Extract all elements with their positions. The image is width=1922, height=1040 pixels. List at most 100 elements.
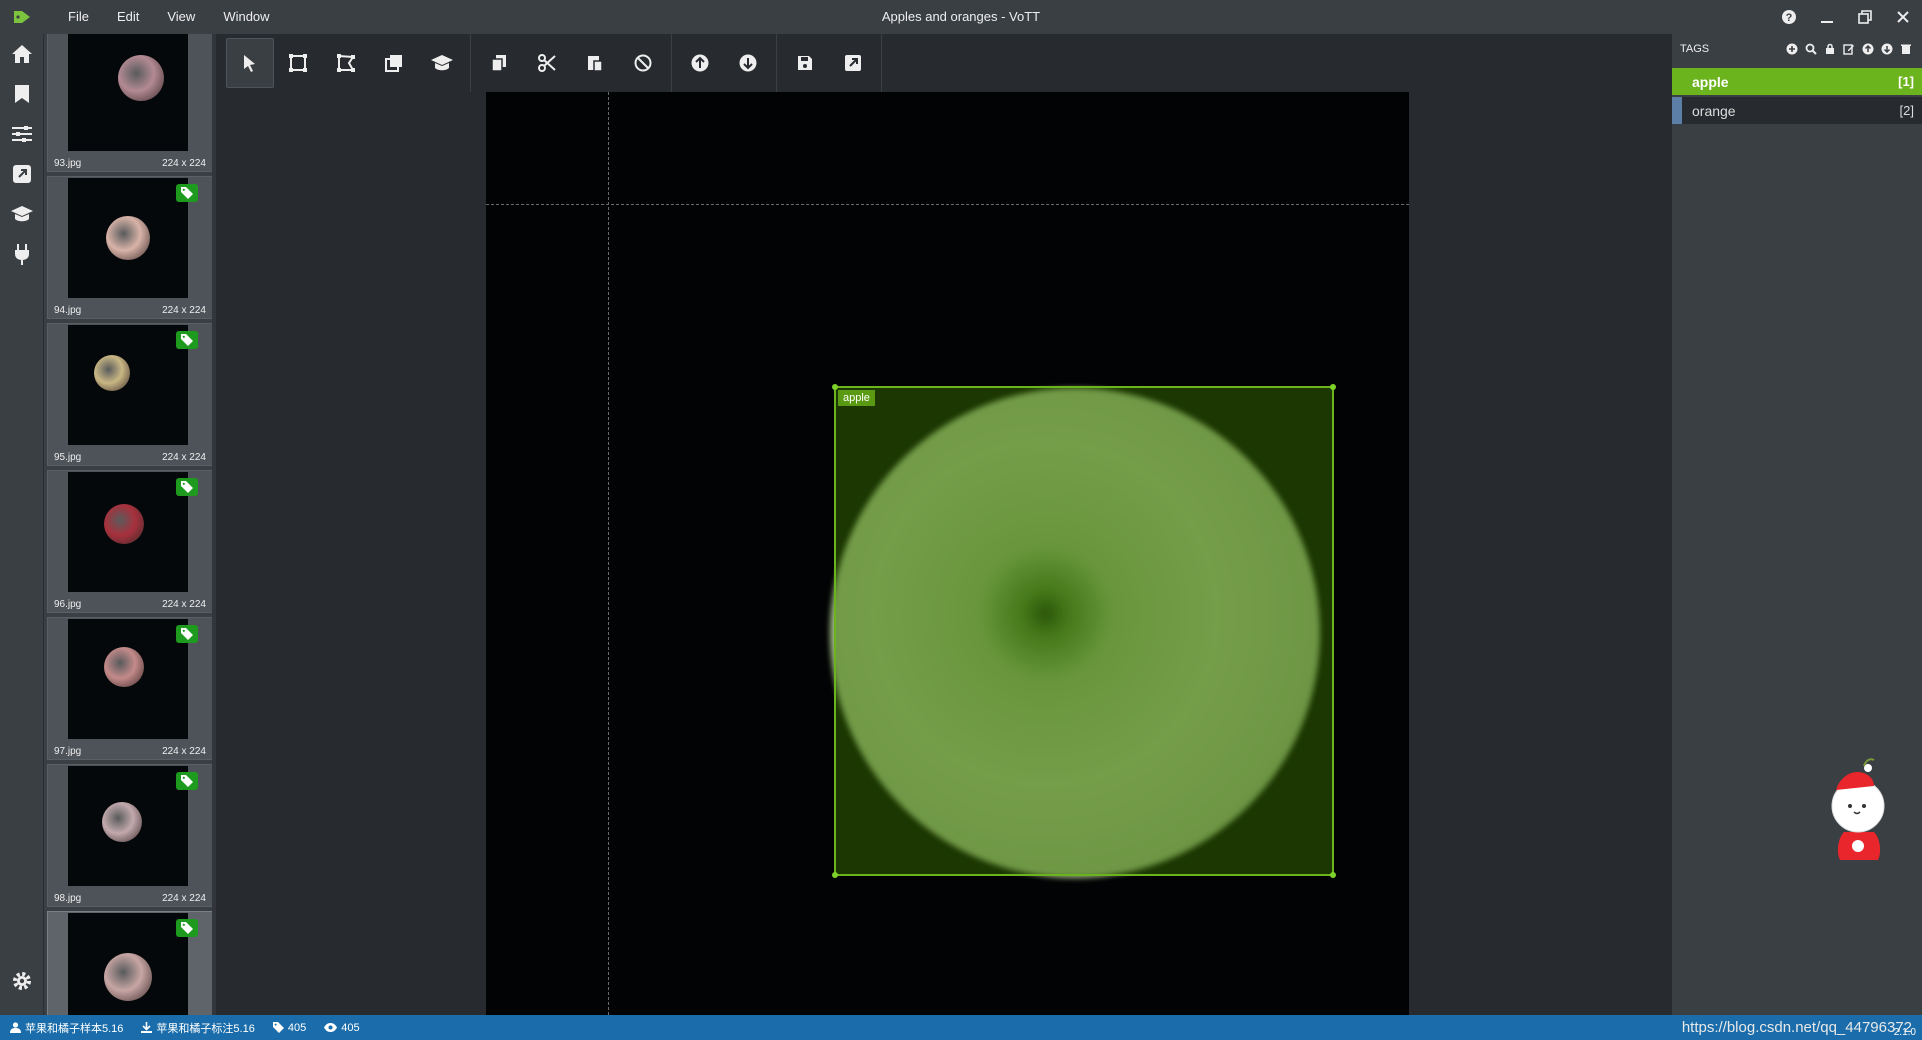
fruit-image [104,504,144,544]
fruit-image [118,55,164,101]
source-connection-status: 苹果和橘子样本5.16 [10,1020,123,1036]
delete-tag-icon[interactable] [1898,41,1914,57]
status-bar: 苹果和橘子样本5.16 苹果和橘子标注5.16 405 405 https://… [0,1015,1922,1040]
cut-regions-button[interactable] [523,38,571,88]
nav-app-settings[interactable] [0,961,44,1001]
help-icon[interactable]: ? [1770,0,1808,34]
nav-active-learning[interactable] [0,194,44,234]
thumbnail-dimensions: 224 x 224 [162,893,206,904]
thumbnail-scrollbar[interactable] [212,34,216,1015]
eye-icon [324,1023,338,1032]
restore-icon[interactable] [1846,0,1884,34]
active-learning-icon [431,55,453,71]
thumbnail-dimensions: 224 x 224 [162,746,206,757]
next-asset-icon [739,54,757,72]
gear-icon [13,972,31,990]
asset-thumbnail[interactable]: 94.jpg 224 x 224 [47,176,213,319]
tag-item-orange[interactable]: orange [2] [1672,97,1922,124]
svg-text:?: ? [1786,12,1793,24]
copy-rectangle-button[interactable] [370,38,418,88]
home-icon [12,45,32,63]
tags-title: TAGS [1680,43,1710,55]
region-handle-top-right[interactable] [1330,384,1336,390]
lock-tags-icon[interactable] [1822,41,1838,57]
move-tag-up-icon[interactable] [1860,41,1876,57]
title-bar: File Edit View Window Apples and oranges… [0,0,1922,34]
nav-connections[interactable] [0,234,44,274]
fruit-image [102,802,142,842]
asset-thumbnail[interactable]: 99.jpg224 x 224 [47,911,213,1015]
thumbnail-image [68,766,188,886]
paste-regions-button[interactable] [571,38,619,88]
menu-edit[interactable]: Edit [103,0,153,34]
fruit-image [94,355,130,391]
copy-regions-button[interactable] [475,38,523,88]
select-button[interactable] [226,38,274,88]
tagged-badge-icon [176,919,198,937]
menu-view[interactable]: View [153,0,209,34]
asset-thumbnail[interactable]: 93.jpg 224 x 224 [47,34,213,172]
plug-icon [15,244,29,265]
bounding-box-region[interactable]: apple [832,384,1336,878]
fruit-image [104,953,152,1001]
export-project-button[interactable] [829,38,877,88]
tags-toolbar [1784,41,1914,57]
thumbnail-filename: 95.jpg [54,452,82,463]
clear-regions-button[interactable] [619,38,667,88]
previous-asset-icon [691,54,709,72]
paste-regions-icon [588,56,603,72]
tag-name: apple [1692,73,1729,90]
tag-color-swatch [1672,68,1682,95]
thumbnail-filename: 97.jpg [54,746,82,757]
region-handle-top-left[interactable] [832,384,838,390]
draw-polygon-icon [337,54,355,72]
edit-tag-icon[interactable] [1841,41,1857,57]
menu-window[interactable]: Window [209,0,283,34]
active-learning-button[interactable] [418,38,466,88]
copy-regions-icon [491,55,506,72]
left-navigation [0,34,44,1015]
save-project-icon [798,56,812,70]
window-controls: ? [1770,0,1922,34]
move-tag-down-icon[interactable] [1879,41,1895,57]
toolbar-group-project [777,34,882,92]
app-version: 2.1.0 [1893,1027,1916,1038]
thumbnail-image [68,913,188,1015]
nav-home[interactable] [0,34,44,74]
thumbnail-image [68,178,188,298]
thumbnail-filename: 93.jpg [54,158,82,169]
asset-thumbnail[interactable]: 95.jpg 224 x 224 [47,323,213,466]
region-handle-bottom-left[interactable] [832,872,838,878]
minimize-icon[interactable] [1808,0,1846,34]
nav-settings[interactable] [0,114,44,154]
thumbnail-filename: 98.jpg [54,893,82,904]
draw-rectangle-button[interactable] [274,38,322,88]
region-handle-bottom-right[interactable] [1330,872,1336,878]
close-icon[interactable] [1884,0,1922,34]
asset-thumbnail[interactable]: 97.jpg 224 x 224 [47,617,213,760]
asset-thumbnail[interactable]: 98.jpg 224 x 224 [47,764,213,907]
menu-file[interactable]: File [54,0,103,34]
thumbnail-dimensions: 224 x 224 [162,305,206,316]
next-asset-button[interactable] [724,38,772,88]
crosshair-vertical [608,92,609,1015]
tag-hotkey: [1] [1898,74,1914,89]
clear-regions-icon [634,54,652,72]
nav-editor[interactable] [0,74,44,114]
asset-thumbnail-list: 93.jpg 224 x 224 94.jpg 224 x 224 95.jpg 224 … [44,34,216,1015]
save-project-button[interactable] [781,38,829,88]
image-canvas[interactable]: apple [486,92,1409,1015]
search-tags-icon[interactable] [1803,41,1819,57]
target-connection-status: 苹果和橘子标注5.16 [141,1020,255,1036]
previous-asset-button[interactable] [676,38,724,88]
tag-item-apple[interactable]: apple [1] [1672,68,1922,95]
tags-panel: TAGS apple [1] orange [2] [1672,34,1922,1015]
add-tag-icon[interactable] [1784,41,1800,57]
bookmark-icon [15,85,29,103]
thumbnail-image [68,472,188,592]
thumbnail-dimensions: 224 x 224 [162,599,206,610]
draw-polygon-button[interactable] [322,38,370,88]
nav-export[interactable] [0,154,44,194]
thumbnail-image [68,619,188,739]
asset-thumbnail[interactable]: 96.jpg 224 x 224 [47,470,213,613]
